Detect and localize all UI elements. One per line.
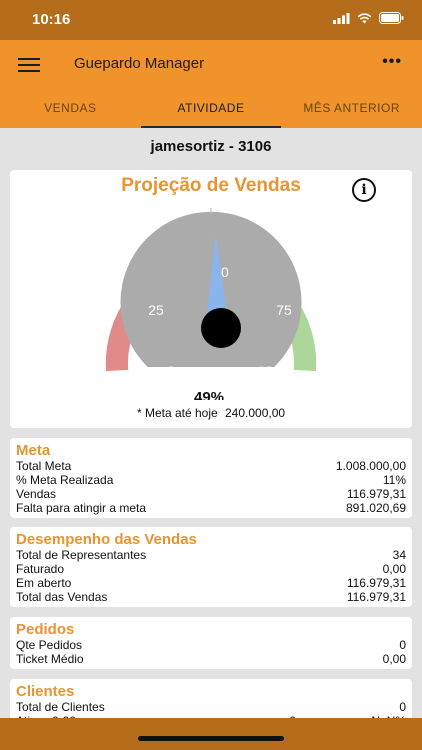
- status-icons: [333, 12, 404, 24]
- list-item: Faturado 0,00: [10, 562, 412, 576]
- row-value: 34: [392, 548, 406, 562]
- list-item: % Meta Realizada 11%: [10, 473, 412, 487]
- meta-card: Meta Total Meta 1.008.000,00 % Meta Reali…: [10, 438, 412, 518]
- row-label: % Meta Realizada: [16, 473, 114, 487]
- tab-bar: VENDAS ATIVIDADE MÊS ANTERIOR: [0, 88, 422, 128]
- row-label: Vendas: [16, 487, 57, 501]
- user-name: jamesortiz - 3106: [150, 138, 272, 155]
- row-value: 0,00: [382, 652, 406, 666]
- tab-vendas[interactable]: VENDAS: [0, 88, 141, 128]
- row-value: 0: [399, 700, 406, 714]
- list-item: Qte Pedidos 0: [10, 638, 412, 652]
- list-item: Total das Vendas 116.979,31: [10, 590, 412, 604]
- gauge-hub: [201, 308, 241, 348]
- section-title: Clientes: [16, 683, 75, 700]
- sales-gauge: 25 50 75 0 100 49%: [105, 208, 317, 400]
- row-label: Total Meta: [16, 459, 72, 473]
- list-item: Total Meta 1.008.000,00: [10, 459, 412, 473]
- app-bar: Guepardo Manager •••: [0, 40, 422, 88]
- row-value: 891.020,69: [345, 501, 406, 515]
- row-label: Faturado: [16, 562, 65, 576]
- row-label: Falta para atingir a meta: [16, 501, 147, 515]
- info-icon[interactable]: i: [352, 178, 376, 202]
- wifi-icon: [357, 12, 372, 23]
- more-options-icon[interactable]: •••: [382, 53, 402, 71]
- row-value: 0: [399, 638, 406, 652]
- row-label: Qte Pedidos: [16, 638, 83, 652]
- row-value: 0,00: [382, 562, 406, 576]
- row-value: 116.979,31: [346, 576, 406, 590]
- list-item: Total de Clientes 0: [10, 700, 412, 714]
- desempenho-card: Desempenho das Vendas Total de Represent…: [10, 527, 412, 607]
- gauge-tick-label: 75: [276, 302, 292, 318]
- home-indicator[interactable]: [138, 736, 284, 741]
- meta-today-value: 240.000,00: [225, 406, 286, 420]
- status-bar: 10:16: [0, 0, 422, 40]
- meta-today: * Meta até hoje 240.000,00: [10, 406, 412, 420]
- menu-icon[interactable]: [18, 54, 40, 74]
- battery-icon: [379, 12, 404, 24]
- row-label: Ticket Médio: [16, 652, 84, 666]
- bottom-bar: [0, 718, 422, 750]
- list-item: Ticket Médio 0,00: [10, 652, 412, 666]
- row-value: 11%: [382, 473, 406, 487]
- row-label: Total das Vendas: [16, 590, 108, 604]
- row-label: Total de Clientes: [16, 700, 105, 714]
- section-title: Desempenho das Vendas: [16, 531, 197, 548]
- section-title: Meta: [16, 442, 51, 459]
- gauge-tick-label: 25: [148, 302, 164, 318]
- row-value: 1.008.000,00: [335, 459, 406, 473]
- section-title: Pedidos: [16, 621, 75, 638]
- row-value: 116.979,31: [346, 487, 406, 501]
- status-time: 10:16: [32, 11, 71, 28]
- signal-icon: [333, 12, 350, 24]
- row-label: Total de Representantes: [16, 548, 147, 562]
- tab-mes-anterior[interactable]: MÊS ANTERIOR: [281, 88, 422, 128]
- pedidos-card: Pedidos Qte Pedidos 0 Ticket Médio 0,00: [10, 617, 412, 669]
- list-item: Total de Representantes 34: [10, 548, 412, 562]
- gauge-percent: 49%: [194, 389, 224, 400]
- list-item: Falta para atingir a meta 891.020,69: [10, 501, 412, 515]
- list-item: Em aberto 116.979,31: [10, 576, 412, 590]
- gauge-tick-label: 100: [257, 363, 281, 379]
- tab-atividade[interactable]: ATIVIDADE: [140, 88, 282, 128]
- list-item: Vendas 116.979,31: [10, 487, 412, 501]
- gauge-tick-label: 0: [167, 363, 175, 379]
- row-value: 116.979,31: [346, 590, 406, 604]
- app-title: Guepardo Manager: [74, 55, 205, 72]
- sales-projection-card: Projeção de Vendas i 25 50 75 0 100 49% …: [10, 170, 412, 428]
- row-label: Em aberto: [16, 576, 72, 590]
- meta-today-label: * Meta até hoje: [136, 406, 218, 420]
